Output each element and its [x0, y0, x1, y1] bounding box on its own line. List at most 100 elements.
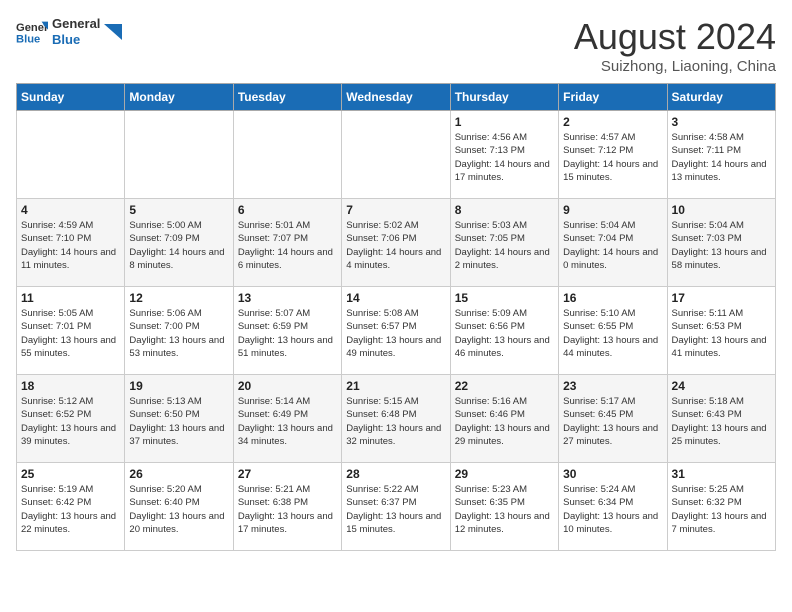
- day-info: Sunrise: 5:07 AMSunset: 6:59 PMDaylight:…: [238, 307, 337, 360]
- calendar-cell: 15 Sunrise: 5:09 AMSunset: 6:56 PMDayligh…: [450, 287, 558, 375]
- calendar-cell: 29 Sunrise: 5:23 AMSunset: 6:35 PMDayligh…: [450, 463, 558, 551]
- day-info: Sunrise: 5:16 AMSunset: 6:46 PMDaylight:…: [455, 395, 554, 448]
- day-number: 23: [563, 379, 662, 393]
- day-info: Sunrise: 5:06 AMSunset: 7:00 PMDaylight:…: [129, 307, 228, 360]
- calendar-cell: 20 Sunrise: 5:14 AMSunset: 6:49 PMDayligh…: [233, 375, 341, 463]
- calendar-cell: 5 Sunrise: 5:00 AMSunset: 7:09 PMDaylight…: [125, 199, 233, 287]
- weekday-header-wednesday: Wednesday: [342, 84, 450, 111]
- calendar-week-4: 18 Sunrise: 5:12 AMSunset: 6:52 PMDayligh…: [17, 375, 776, 463]
- day-number: 29: [455, 467, 554, 481]
- day-number: 7: [346, 203, 445, 217]
- calendar-cell: 27Sunrise: 5:21 AMSunset: 6:38 PMDayligh…: [233, 463, 341, 551]
- calendar-cell: 19Sunrise: 5:13 AMSunset: 6:50 PMDayligh…: [125, 375, 233, 463]
- calendar-cell: 16Sunrise: 5:10 AMSunset: 6:55 PMDayligh…: [559, 287, 667, 375]
- page-header: General Blue General Blue August 2024 Su…: [16, 16, 776, 75]
- calendar-cell: 3Sunrise: 4:58 AMSunset: 7:11 PMDaylight…: [667, 111, 775, 199]
- day-info: Sunrise: 5:14 AMSunset: 6:49 PMDaylight:…: [238, 395, 337, 448]
- location-subtitle: Suizhong, Liaoning, China: [574, 58, 776, 75]
- weekday-header-friday: Friday: [559, 84, 667, 111]
- day-number: 20: [238, 379, 337, 393]
- calendar-week-3: 11 Sunrise: 5:05 AMSunset: 7:01 PMDayligh…: [17, 287, 776, 375]
- calendar-cell: 31 Sunrise: 5:25 AMSunset: 6:32 PMDayligh…: [667, 463, 775, 551]
- day-number: 25: [21, 467, 120, 481]
- day-info: Sunrise: 5:11 AMSunset: 6:53 PMDaylight:…: [672, 307, 771, 360]
- logo: General Blue General Blue: [16, 16, 122, 47]
- day-number: 5: [129, 203, 228, 217]
- day-number: 13: [238, 291, 337, 305]
- day-number: 6: [238, 203, 337, 217]
- title-block: August 2024 Suizhong, Liaoning, China: [574, 16, 776, 75]
- calendar-cell: [125, 111, 233, 199]
- logo-general: General: [52, 16, 100, 32]
- weekday-header-row: SundayMondayTuesdayWednesdayThursdayFrid…: [17, 84, 776, 111]
- day-number: 9: [563, 203, 662, 217]
- day-number: 15: [455, 291, 554, 305]
- day-info: Sunrise: 5:13 AMSunset: 6:50 PMDaylight:…: [129, 395, 228, 448]
- calendar-cell: 30Sunrise: 5:24 AMSunset: 6:34 PMDayligh…: [559, 463, 667, 551]
- day-info: Sunrise: 5:20 AMSunset: 6:40 PMDaylight:…: [129, 483, 228, 536]
- day-number: 1: [455, 115, 554, 129]
- day-number: 10: [672, 203, 771, 217]
- day-number: 22: [455, 379, 554, 393]
- day-info: Sunrise: 5:05 AMSunset: 7:01 PMDaylight:…: [21, 307, 120, 360]
- calendar-cell: 23 Sunrise: 5:17 AMSunset: 6:45 PMDayligh…: [559, 375, 667, 463]
- calendar-cell: 26 Sunrise: 5:20 AMSunset: 6:40 PMDayligh…: [125, 463, 233, 551]
- day-info: Sunrise: 5:01 AMSunset: 7:07 PMDaylight:…: [238, 219, 337, 272]
- calendar-cell: 9 Sunrise: 5:04 AMSunset: 7:04 PMDaylight…: [559, 199, 667, 287]
- calendar-cell: 7Sunrise: 5:02 AMSunset: 7:06 PMDaylight…: [342, 199, 450, 287]
- day-number: 30: [563, 467, 662, 481]
- day-info: Sunrise: 5:08 AMSunset: 6:57 PMDaylight:…: [346, 307, 445, 360]
- day-info: Sunrise: 5:23 AMSunset: 6:35 PMDaylight:…: [455, 483, 554, 536]
- calendar-cell: 6 Sunrise: 5:01 AMSunset: 7:07 PMDaylight…: [233, 199, 341, 287]
- calendar-cell: 11 Sunrise: 5:05 AMSunset: 7:01 PMDayligh…: [17, 287, 125, 375]
- day-info: Sunrise: 5:22 AMSunset: 6:37 PMDaylight:…: [346, 483, 445, 536]
- calendar-cell: [17, 111, 125, 199]
- day-number: 17: [672, 291, 771, 305]
- logo-blue: Blue: [52, 32, 100, 48]
- month-title: August 2024: [574, 16, 776, 58]
- day-info: Sunrise: 5:03 AMSunset: 7:05 PMDaylight:…: [455, 219, 554, 272]
- calendar-cell: 17 Sunrise: 5:11 AMSunset: 6:53 PMDayligh…: [667, 287, 775, 375]
- day-info: Sunrise: 5:09 AMSunset: 6:56 PMDaylight:…: [455, 307, 554, 360]
- logo-arrow-icon: [104, 24, 122, 40]
- calendar-cell: 25 Sunrise: 5:19 AMSunset: 6:42 PMDayligh…: [17, 463, 125, 551]
- weekday-header-saturday: Saturday: [667, 84, 775, 111]
- logo-icon: General Blue: [16, 18, 48, 46]
- calendar-cell: 4 Sunrise: 4:59 AMSunset: 7:10 PMDaylight…: [17, 199, 125, 287]
- calendar-cell: 12Sunrise: 5:06 AMSunset: 7:00 PMDayligh…: [125, 287, 233, 375]
- day-info: Sunrise: 5:04 AMSunset: 7:03 PMDaylight:…: [672, 219, 771, 272]
- day-info: Sunrise: 5:00 AMSunset: 7:09 PMDaylight:…: [129, 219, 228, 272]
- day-number: 14: [346, 291, 445, 305]
- day-info: Sunrise: 5:25 AMSunset: 6:32 PMDaylight:…: [672, 483, 771, 536]
- day-number: 4: [21, 203, 120, 217]
- calendar-cell: 1Sunrise: 4:56 AMSunset: 7:13 PMDaylight…: [450, 111, 558, 199]
- calendar-table: SundayMondayTuesdayWednesdayThursdayFrid…: [16, 83, 776, 551]
- day-number: 18: [21, 379, 120, 393]
- calendar-cell: 14 Sunrise: 5:08 AMSunset: 6:57 PMDayligh…: [342, 287, 450, 375]
- day-number: 11: [21, 291, 120, 305]
- day-number: 8: [455, 203, 554, 217]
- day-info: Sunrise: 5:04 AMSunset: 7:04 PMDaylight:…: [563, 219, 662, 272]
- day-info: Sunrise: 4:59 AMSunset: 7:10 PMDaylight:…: [21, 219, 120, 272]
- calendar-week-1: 1Sunrise: 4:56 AMSunset: 7:13 PMDaylight…: [17, 111, 776, 199]
- day-number: 3: [672, 115, 771, 129]
- weekday-header-sunday: Sunday: [17, 84, 125, 111]
- day-info: Sunrise: 5:15 AMSunset: 6:48 PMDaylight:…: [346, 395, 445, 448]
- day-info: Sunrise: 4:57 AMSunset: 7:12 PMDaylight:…: [563, 131, 662, 184]
- day-info: Sunrise: 5:17 AMSunset: 6:45 PMDaylight:…: [563, 395, 662, 448]
- day-number: 27: [238, 467, 337, 481]
- calendar-week-2: 4 Sunrise: 4:59 AMSunset: 7:10 PMDaylight…: [17, 199, 776, 287]
- day-info: Sunrise: 5:19 AMSunset: 6:42 PMDaylight:…: [21, 483, 120, 536]
- day-info: Sunrise: 5:18 AMSunset: 6:43 PMDaylight:…: [672, 395, 771, 448]
- day-info: Sunrise: 5:12 AMSunset: 6:52 PMDaylight:…: [21, 395, 120, 448]
- day-number: 28: [346, 467, 445, 481]
- calendar-cell: 24Sunrise: 5:18 AMSunset: 6:43 PMDayligh…: [667, 375, 775, 463]
- calendar-cell: 2Sunrise: 4:57 AMSunset: 7:12 PMDaylight…: [559, 111, 667, 199]
- day-number: 26: [129, 467, 228, 481]
- calendar-cell: 28 Sunrise: 5:22 AMSunset: 6:37 PMDayligh…: [342, 463, 450, 551]
- calendar-cell: 18 Sunrise: 5:12 AMSunset: 6:52 PMDayligh…: [17, 375, 125, 463]
- weekday-header-tuesday: Tuesday: [233, 84, 341, 111]
- day-number: 31: [672, 467, 771, 481]
- calendar-cell: 8 Sunrise: 5:03 AMSunset: 7:05 PMDaylight…: [450, 199, 558, 287]
- calendar-cell: 13 Sunrise: 5:07 AMSunset: 6:59 PMDayligh…: [233, 287, 341, 375]
